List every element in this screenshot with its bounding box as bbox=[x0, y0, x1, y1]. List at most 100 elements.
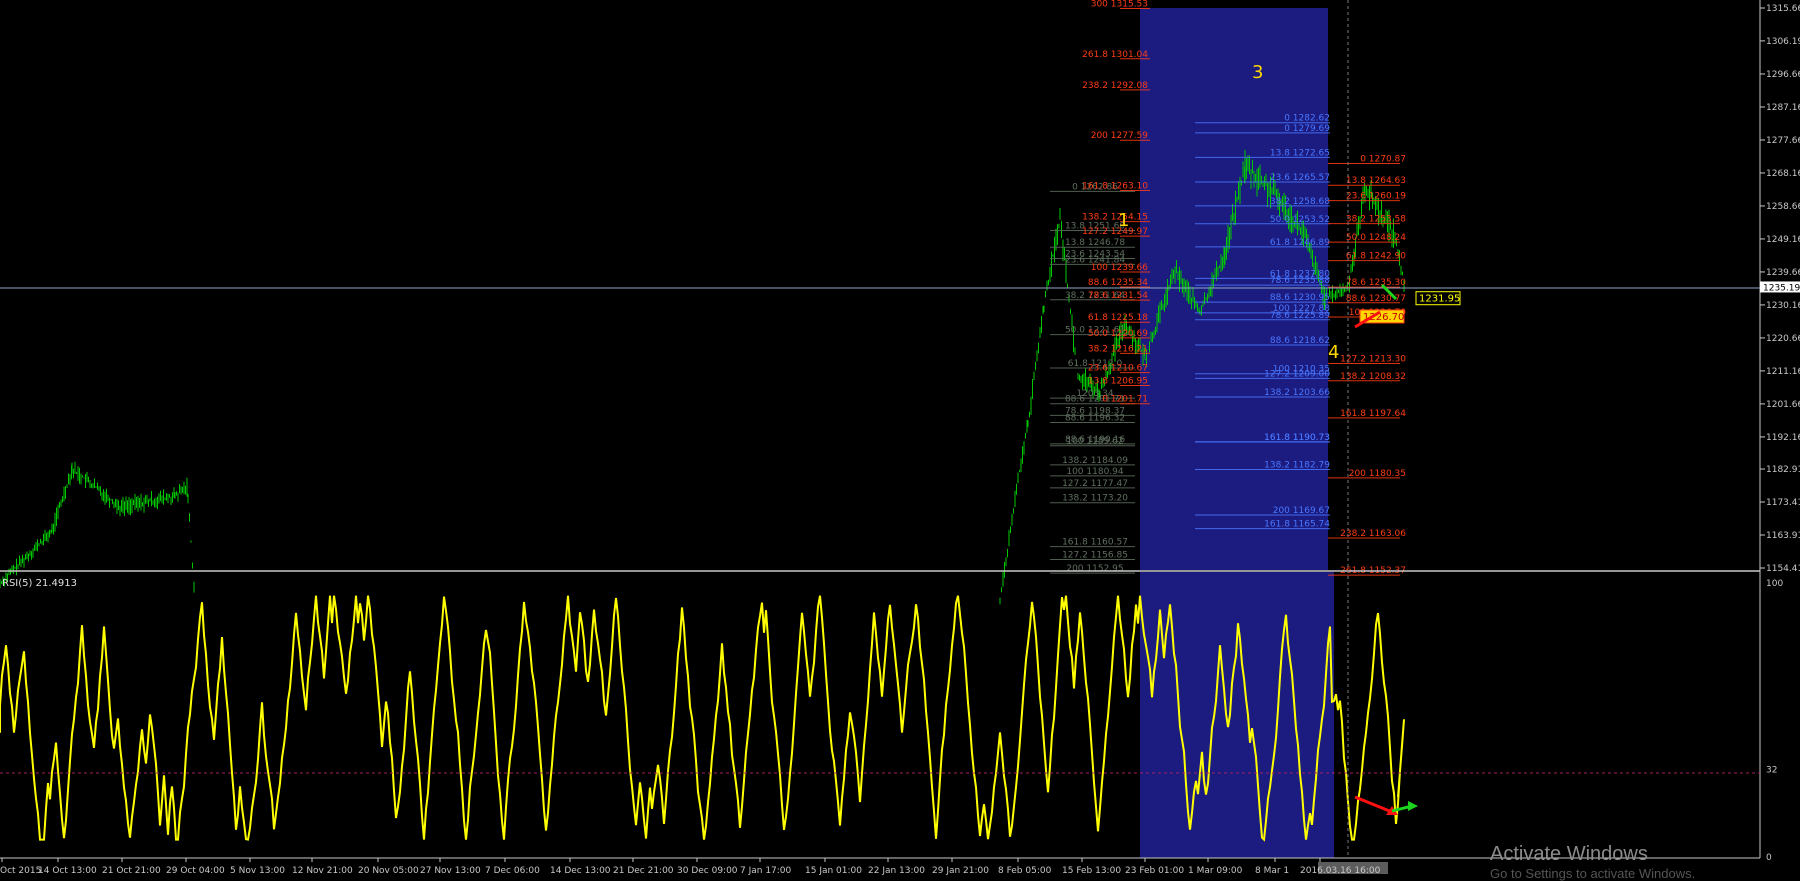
price-tick-label: 1315.66 bbox=[1766, 4, 1800, 14]
time-tick-label: 22 Jan 13:00 bbox=[868, 866, 925, 876]
fib-level-label: 300 1315.53 bbox=[1091, 0, 1148, 9]
fib-level-label: 161.8 1263.10 bbox=[1082, 182, 1148, 192]
wave-label: 3 bbox=[1252, 62, 1263, 83]
activate-windows-title: Activate Windows bbox=[1490, 843, 1648, 865]
fib-level-label: 161.8 1190.73 bbox=[1264, 433, 1330, 443]
fib-level-label: 138.2 1184.09 bbox=[1062, 456, 1128, 466]
price-tick-label: 1239.66 bbox=[1766, 268, 1800, 278]
fib-level-label: 127.2 1249.97 bbox=[1082, 227, 1148, 237]
activate-windows-subtitle: Go to Settings to activate Windows. bbox=[1490, 866, 1696, 881]
price-tick-label: 1173.41 bbox=[1766, 498, 1800, 508]
fib-level-label: 13.8 1246.78 bbox=[1065, 238, 1125, 248]
fib-level-label: 238.2 1292.08 bbox=[1082, 81, 1148, 91]
price-tick-label: 1211.16 bbox=[1766, 367, 1800, 377]
time-tick-label: 29 Jan 21:00 bbox=[932, 866, 989, 876]
fib-level-label: 238.2 1163.06 bbox=[1340, 529, 1406, 539]
fib-level-label: 100 1210.35 bbox=[1273, 365, 1330, 375]
fib-level-label: 88.6 1218.62 bbox=[1270, 336, 1330, 346]
time-tick-label: 1 Mar 09:00 bbox=[1188, 866, 1243, 876]
fib-level-label: 0 1279.69 bbox=[1284, 124, 1330, 134]
fib-level-label: 88.6 1230.77 bbox=[1346, 294, 1406, 304]
fib-level-label: 23.6 1265.57 bbox=[1270, 173, 1330, 183]
fib-level-label: 13.8 1264.63 bbox=[1346, 176, 1406, 186]
price-tick-label: 1201.66 bbox=[1766, 400, 1800, 410]
time-tick-label: 15 Jan 01:00 bbox=[805, 866, 862, 876]
fib-level-label: 100 1180.94 bbox=[1066, 467, 1124, 477]
time-tick-label: 2016.03.16 16:00 bbox=[1300, 866, 1381, 876]
fib-level-label: 138.2 1182.79 bbox=[1264, 460, 1330, 470]
fib-level-label: 200 1152.95 bbox=[1066, 564, 1123, 574]
fib-level-label: 138.2 1208.32 bbox=[1340, 372, 1406, 382]
rsi-title: RSI(5) 21.4913 bbox=[2, 578, 77, 589]
fib-level-label: 23.6 1210.67 bbox=[1088, 364, 1148, 374]
fib-level-label: 61.8 1246.89 bbox=[1270, 238, 1330, 248]
wave-label: 4 bbox=[1328, 342, 1339, 363]
fib-level-label: 38.2 1216.21 bbox=[1088, 344, 1148, 354]
fib-level-label: 100 1239.66 bbox=[1091, 263, 1149, 273]
fib-level-label: 261.8 1301.04 bbox=[1082, 50, 1148, 60]
time-tick-label: 12 Nov 21:00 bbox=[292, 866, 353, 876]
fib-level-label: 161.8 1165.74 bbox=[1264, 520, 1330, 530]
fib-level-label: 38.2 1258.68 bbox=[1270, 197, 1330, 207]
time-tick-label: 21 Dec 21:00 bbox=[613, 866, 674, 876]
price-tick-label: 1258.66 bbox=[1766, 202, 1800, 212]
fib-level-label: 200 1180.35 bbox=[1349, 469, 1406, 479]
price-tick-label: 1268.16 bbox=[1766, 169, 1800, 179]
chart-background bbox=[0, 0, 1800, 876]
fib-level-label: 50.0 1220.69 bbox=[1088, 329, 1148, 339]
price-tick-label: 1182.91 bbox=[1766, 465, 1800, 475]
fib-level-label: 23.6 1260.19 bbox=[1346, 192, 1406, 202]
fib-level-label: 61.8 1225.18 bbox=[1088, 313, 1148, 323]
time-tick-label: 7 Dec 06:00 bbox=[485, 866, 540, 876]
rsi-tick-label: 0 bbox=[1766, 853, 1772, 863]
time-tick-label: Oct 2015 bbox=[0, 866, 41, 876]
time-tick-label: 7 Jan 17:00 bbox=[740, 866, 792, 876]
price-tick-label: 1192.16 bbox=[1766, 433, 1800, 443]
current-price-label: 1235.19 bbox=[1763, 283, 1800, 293]
rsi-tick-label: 100 bbox=[1766, 579, 1783, 589]
time-tick-label: 5 Nov 13:00 bbox=[230, 866, 285, 876]
time-tick-label: 8 Feb 05:00 bbox=[998, 866, 1052, 876]
fib-level-label: 127.2 1213.30 bbox=[1340, 354, 1406, 364]
fib-level-label: 138.2 1254.15 bbox=[1082, 213, 1148, 223]
price-tick-label: 1306.19 bbox=[1766, 37, 1800, 47]
fib-level-label: 88.6 1230.95 bbox=[1270, 293, 1330, 303]
time-tick-label: 15 Feb 13:00 bbox=[1062, 866, 1121, 876]
fib-level-label: 200 1277.59 bbox=[1091, 131, 1149, 141]
wave-label: 1 bbox=[1118, 210, 1129, 231]
fib-level-label: 78.6 1235.88 bbox=[1270, 276, 1330, 286]
fib-level-label: 78.6 1235.30 bbox=[1346, 278, 1406, 288]
price-tick-label: 1287.16 bbox=[1766, 103, 1800, 113]
fib-level-label: 0 1270.87 bbox=[1360, 155, 1406, 165]
price-tick-label: 1163.91 bbox=[1766, 531, 1800, 541]
fib-level-label: 61.8 1242.90 bbox=[1346, 252, 1406, 262]
fib-level-label: 50.0 1248.24 bbox=[1346, 233, 1406, 243]
time-tick-label: 29 Oct 04:00 bbox=[166, 866, 225, 876]
fib-level-label: 0 1201.71 bbox=[1102, 395, 1148, 405]
price-tick-label: 1249.16 bbox=[1766, 235, 1800, 245]
fib-level-label: 161.8 1160.57 bbox=[1062, 538, 1128, 548]
fib-level-label: 127.2 1156.85 bbox=[1062, 551, 1128, 561]
time-tick-label: 21 Oct 21:00 bbox=[102, 866, 161, 876]
price-tick-label: 1154.41 bbox=[1766, 564, 1800, 574]
time-tick-label: 23 Feb 01:00 bbox=[1125, 866, 1184, 876]
fib-level-label: 200 1169.67 bbox=[1273, 506, 1330, 516]
fib-level-label: 78.6 1225.89 bbox=[1270, 311, 1330, 321]
fib-level-label: 127.2 1177.47 bbox=[1062, 479, 1128, 489]
time-tick-label: 14 Dec 13:00 bbox=[550, 866, 611, 876]
trading-chart[interactable]: 0 1262.8613.8 1251.6023.6 1243.5438.2 12… bbox=[0, 0, 1800, 876]
fib-level-label: 88.6 1235.34 bbox=[1088, 278, 1148, 288]
wave-3-highlight-zone bbox=[1140, 8, 1328, 570]
fib-level-label: 50.0 1253.52 bbox=[1270, 215, 1330, 225]
fib-level-label: 138.2 1203.66 bbox=[1264, 388, 1330, 398]
fib-level-label: 78.6 1231.54 bbox=[1088, 291, 1148, 301]
time-tick-label: 14 Oct 13:00 bbox=[38, 866, 97, 876]
price-tick-label: 1277.66 bbox=[1766, 136, 1800, 146]
price-tick-label: 1220.66 bbox=[1766, 334, 1800, 344]
fib-level-label: 100 1189.62 bbox=[1066, 437, 1123, 447]
time-tick-label: 27 Nov 13:00 bbox=[420, 866, 481, 876]
price-tick-label: 1230.16 bbox=[1766, 301, 1800, 311]
time-tick-label: 30 Dec 09:00 bbox=[677, 866, 738, 876]
fib-level-label: 161.8 1197.64 bbox=[1340, 409, 1406, 419]
time-tick-label: 8 Mar 1 bbox=[1255, 866, 1289, 876]
